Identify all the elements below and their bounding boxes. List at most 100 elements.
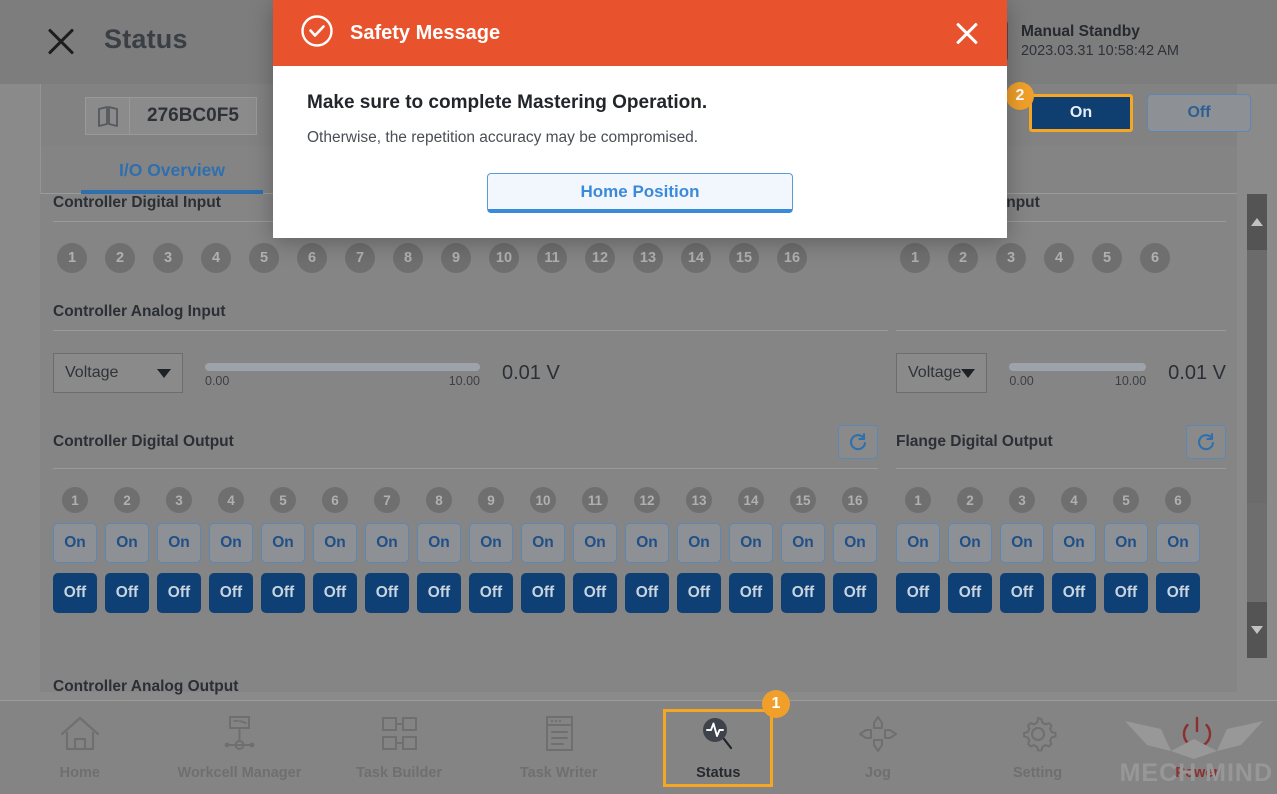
channel-off-button[interactable]: Off — [896, 573, 940, 613]
channel-chip: 11 — [582, 487, 608, 513]
channel-off-button[interactable]: Off — [781, 573, 825, 613]
channel-off-button[interactable]: Off — [1104, 573, 1148, 613]
channel-off-button[interactable]: Off — [261, 573, 305, 613]
channel-chip: 4 — [218, 487, 244, 513]
controller-digital-output-title: Controller Digital Output — [53, 433, 234, 451]
flange-analog-input-value: 0.01 V — [1168, 362, 1226, 385]
channel-on-button[interactable]: On — [469, 523, 513, 563]
channel-off-button[interactable]: Off — [948, 573, 992, 613]
channel-on-button[interactable]: On — [261, 523, 305, 563]
channel-on-button[interactable]: On — [833, 523, 877, 563]
task-builder-icon — [377, 714, 421, 759]
channel-on-button[interactable]: On — [209, 523, 253, 563]
channel-chip: 3 — [153, 243, 183, 273]
scroll-down-button[interactable] — [1247, 602, 1267, 658]
nav-item-task-builder[interactable]: Task Builder — [319, 701, 479, 794]
home-position-button[interactable]: Home Position — [487, 173, 793, 213]
channel-off-button[interactable]: Off — [365, 573, 409, 613]
chevron-down-icon — [1251, 626, 1263, 634]
channel-off-button[interactable]: Off — [729, 573, 773, 613]
channel-chip: 3 — [996, 243, 1026, 273]
nav-item-task-writer[interactable]: Task Writer — [479, 701, 639, 794]
digital-output-channel: 2OnOff — [105, 487, 149, 613]
channel-off-button[interactable]: Off — [573, 573, 617, 613]
channel-on-button[interactable]: On — [1052, 523, 1096, 563]
channel-off-button[interactable]: Off — [209, 573, 253, 613]
close-icon[interactable] — [953, 19, 981, 47]
channel-on-button[interactable]: On — [1000, 523, 1044, 563]
channel-on-button[interactable]: On — [1156, 523, 1200, 563]
channel-on-button[interactable]: On — [157, 523, 201, 563]
channel-chip: 2 — [957, 487, 983, 513]
refresh-icon[interactable] — [838, 425, 878, 459]
nav-item-label: Jog — [865, 765, 891, 781]
digital-output-channel: 13OnOff — [677, 487, 721, 613]
vertical-scrollbar[interactable] — [1247, 194, 1267, 658]
channel-chip: 15 — [729, 243, 759, 273]
close-icon[interactable] — [42, 22, 80, 60]
chevron-down-icon — [961, 369, 975, 378]
channel-chip: 6 — [1140, 243, 1170, 273]
gauge-track — [1009, 363, 1146, 371]
controller-analog-input-mode-select[interactable]: Voltage — [53, 353, 183, 393]
refresh-icon[interactable] — [1186, 425, 1226, 459]
tab-label: I/O Overview — [119, 160, 225, 181]
controller-analog-input-row: Voltage 0.00 10.00 0.01 V — [53, 353, 888, 393]
scrollbar-thumb[interactable] — [1247, 250, 1267, 503]
check-circle-icon — [300, 14, 334, 53]
channel-off-button[interactable]: Off — [677, 573, 721, 613]
flange-analog-input-mode-select[interactable]: Voltage — [896, 353, 987, 393]
power-off-button[interactable]: Off — [1147, 94, 1251, 132]
tab-io-overview[interactable]: I/O Overview — [81, 146, 263, 194]
channel-on-button[interactable]: On — [53, 523, 97, 563]
channel-off-button[interactable]: Off — [105, 573, 149, 613]
channel-on-button[interactable]: On — [573, 523, 617, 563]
channel-off-button[interactable]: Off — [157, 573, 201, 613]
nav-item-setting[interactable]: Setting — [958, 701, 1118, 794]
robot-id-field[interactable]: 276BC0F5 — [85, 97, 257, 135]
dialog-description: Otherwise, the repetition accuracy may b… — [307, 129, 973, 147]
channel-on-button[interactable]: On — [677, 523, 721, 563]
channel-chip: 16 — [777, 243, 807, 273]
channel-off-button[interactable]: Off — [53, 573, 97, 613]
channel-chip: 2 — [948, 243, 978, 273]
power-toggle-group: On Off — [1029, 94, 1251, 132]
digital-output-channel: 2 On Off — [948, 487, 992, 613]
channel-on-button[interactable]: On — [521, 523, 565, 563]
channel-on-button[interactable]: On — [781, 523, 825, 563]
channel-chip: 5 — [249, 243, 279, 273]
scroll-up-button[interactable] — [1247, 194, 1267, 250]
io-content-area: Controller Digital Input 123456789101112… — [40, 194, 1237, 692]
channel-off-button[interactable]: Off — [1156, 573, 1200, 613]
channel-on-button[interactable]: On — [365, 523, 409, 563]
power-on-button[interactable]: On — [1029, 94, 1133, 132]
channel-on-button[interactable]: On — [417, 523, 461, 563]
channel-off-button[interactable]: Off — [521, 573, 565, 613]
nav-item-power[interactable]: Power — [1117, 701, 1277, 794]
channel-on-button[interactable]: On — [948, 523, 992, 563]
channel-off-button[interactable]: Off — [625, 573, 669, 613]
channel-off-button[interactable]: Off — [1000, 573, 1044, 613]
channel-on-button[interactable]: On — [313, 523, 357, 563]
channel-chip: 14 — [681, 243, 711, 273]
channel-chip: 1 — [900, 243, 930, 273]
channel-off-button[interactable]: Off — [833, 573, 877, 613]
channel-on-button[interactable]: On — [625, 523, 669, 563]
channel-chip: 4 — [201, 243, 231, 273]
channel-on-button[interactable]: On — [729, 523, 773, 563]
channel-off-button[interactable]: Off — [313, 573, 357, 613]
nav-item-jog[interactable]: Jog — [798, 701, 958, 794]
channel-on-button[interactable]: On — [1104, 523, 1148, 563]
select-value: Voltage — [65, 364, 118, 382]
channel-on-button[interactable]: On — [105, 523, 149, 563]
channel-off-button[interactable]: Off — [1052, 573, 1096, 613]
nav-item-workcell-manager[interactable]: Workcell Manager — [160, 701, 320, 794]
digital-output-channel: 5OnOff — [1104, 487, 1148, 613]
flange-digital-output-grid: 1OnOff2OnOff3OnOff4OnOff5OnOff6OnOff — [896, 487, 1226, 613]
channel-off-button[interactable]: Off — [417, 573, 461, 613]
digital-output-channel: 5OnOff — [261, 487, 305, 613]
nav-item-home[interactable]: Home — [0, 701, 160, 794]
nav-item-label: Setting — [1013, 765, 1062, 781]
channel-on-button[interactable]: On — [896, 523, 940, 563]
channel-off-button[interactable]: Off — [469, 573, 513, 613]
